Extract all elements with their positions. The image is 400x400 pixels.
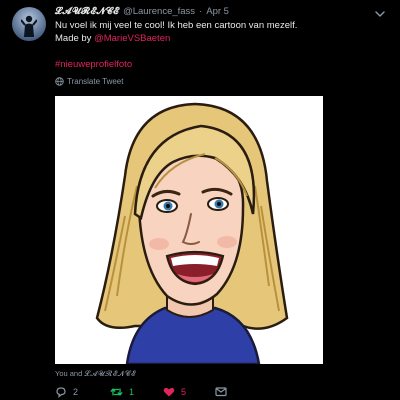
- liked-by[interactable]: You and 𝓛𝓐𝓤𝓡𝓔𝓝𝓒𝓔: [55, 369, 136, 379]
- retweet-count: 1: [129, 387, 135, 397]
- reply-bubble-icon: [56, 387, 66, 398]
- envelope-icon: [215, 387, 227, 397]
- liked-by-user: 𝓛𝓐𝓤𝓡𝓔𝓝𝓒𝓔: [84, 369, 136, 378]
- cartoon-portrait-image: [95, 102, 289, 364]
- tweet-header: 𝓛𝓐𝓤𝓡𝓔𝓝𝓒𝓔 @Laurence_fass · Apr 5: [55, 6, 229, 17]
- reply-count: 2: [73, 387, 79, 397]
- like-button[interactable]: 5: [163, 386, 186, 398]
- retweet-button[interactable]: 1: [110, 386, 134, 398]
- author-handle[interactable]: @Laurence_fass: [123, 6, 195, 17]
- hashtag-link[interactable]: #nieuweprofielfoto: [55, 59, 132, 70]
- mention-link[interactable]: @MarieVSBaeten: [94, 33, 170, 44]
- reply-button[interactable]: 2: [55, 386, 78, 398]
- avatar-silhouette-icon: [21, 15, 37, 37]
- direct-message-button[interactable]: [215, 386, 227, 397]
- tweet-image[interactable]: [55, 96, 323, 364]
- heart-icon: [163, 387, 175, 397]
- retweet-icon: [110, 388, 123, 396]
- translate-tweet-button[interactable]: Translate Tweet: [55, 77, 123, 86]
- author-name[interactable]: 𝓛𝓐𝓤𝓡𝓔𝓝𝓒𝓔: [55, 6, 119, 17]
- chevron-down-icon[interactable]: [374, 8, 386, 20]
- globe-icon: [55, 77, 64, 86]
- tweet-text-line-2: Made by @MarieVSBaeten: [55, 33, 170, 45]
- liked-by-prefix: You and: [55, 369, 85, 378]
- like-count: 5: [181, 387, 187, 397]
- made-by-label: Made by: [55, 33, 95, 44]
- avatar[interactable]: [12, 7, 46, 41]
- separator: ·: [199, 6, 203, 17]
- tweet-actions: 2 1 5: [55, 386, 315, 400]
- tweet-date[interactable]: Apr 5: [206, 6, 229, 17]
- tweet-text-line-1: Nu voel ik mij veel te cool! Ik heb een …: [55, 20, 298, 31]
- translate-label: Translate Tweet: [67, 77, 124, 86]
